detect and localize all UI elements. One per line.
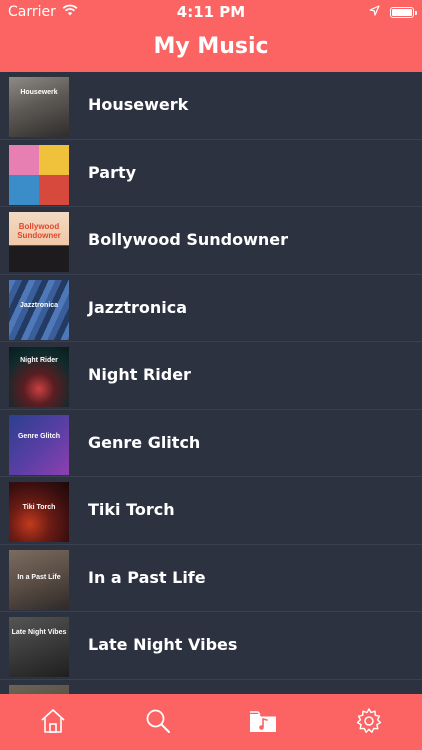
- playlist-row[interactable]: Jazztronica Jazztronica: [0, 275, 422, 342]
- playlist-cover-image: Housewerk: [9, 77, 69, 137]
- search-icon: [143, 706, 173, 740]
- playlist-cover-image: Genre Glitch: [9, 414, 69, 475]
- playlist-title: Genre Glitch: [88, 432, 201, 452]
- playlist-title: Bollywood Sundowner: [88, 230, 289, 249]
- playlist-title: Jazztronica: [88, 297, 188, 317]
- cover-caption: Night Rider: [20, 357, 58, 364]
- cover-caption: Tiki Torch: [22, 504, 56, 511]
- tab-my-music[interactable]: [246, 706, 280, 740]
- playlist-row[interactable]: Late Night Vibes Late Night Vibes: [0, 612, 422, 680]
- playlist-title: Late Night Vibes: [88, 635, 238, 654]
- playlist-row[interactable]: Genre Glitch Genre Glitch: [0, 410, 422, 477]
- playlist-title: Housewerk: [88, 95, 189, 114]
- playlist-row-partial[interactable]: [0, 680, 422, 694]
- tab-bar: [0, 694, 422, 750]
- status-time: 4:11 PM: [176, 3, 246, 21]
- page-title: My Music: [153, 34, 269, 59]
- cover-caption: Bollywood Sundowner: [17, 222, 61, 240]
- app-header: Carrier 4:11 PM My Music: [0, 0, 422, 72]
- home-icon: [38, 706, 68, 740]
- playlist-row[interactable]: Tiki Torch Tiki Torch: [0, 477, 422, 545]
- status-right: [369, 4, 417, 20]
- playlist-row[interactable]: Bollywood Sundowner Bollywood Sundowner: [0, 207, 422, 275]
- playlist-row[interactable]: Party: [0, 140, 422, 207]
- location-arrow-icon: [369, 4, 380, 20]
- tab-search[interactable]: [141, 706, 175, 740]
- playlist-title: Tiki Torch: [88, 500, 175, 519]
- gear-icon: [354, 706, 384, 740]
- playlist-title: Night Rider: [88, 365, 191, 384]
- tab-home[interactable]: [36, 706, 70, 740]
- playlist-cover-image: Late Night Vibes: [9, 617, 69, 677]
- playlist-title: In a Past Life: [88, 567, 206, 587]
- playlist-cover-image: In a Past Life: [9, 549, 69, 610]
- status-bar: Carrier 4:11 PM: [0, 0, 422, 24]
- playlist-cover-image: Jazztronica: [9, 279, 69, 340]
- music-folder-icon: [248, 706, 278, 740]
- playlist-cover-image: Bollywood Sundowner: [9, 212, 69, 272]
- playlist-title: Party: [88, 162, 137, 182]
- tab-settings[interactable]: [352, 706, 386, 740]
- cover-caption: Late Night Vibes: [11, 629, 67, 636]
- playlist-cover-image: [9, 684, 69, 694]
- playlist-cover-image: Tiki Torch: [9, 482, 69, 542]
- cover-caption: Housewerk: [20, 89, 58, 96]
- playlist-list[interactable]: Housewerk Housewerk Party Bollywood Sund…: [0, 72, 422, 694]
- playlist-cover-image: Night Rider: [9, 347, 69, 407]
- cover-caption: In a Past Life: [17, 573, 61, 581]
- playlist-cover-image: [9, 144, 69, 205]
- battery-icon: [390, 6, 417, 18]
- playlist-row[interactable]: Night Rider Night Rider: [0, 342, 422, 410]
- cover-caption: Genre Glitch: [17, 432, 60, 440]
- playlist-row[interactable]: Housewerk Housewerk: [0, 72, 422, 140]
- cover-caption: Jazztronica: [19, 301, 59, 309]
- playlist-row[interactable]: In a Past Life In a Past Life: [0, 545, 422, 612]
